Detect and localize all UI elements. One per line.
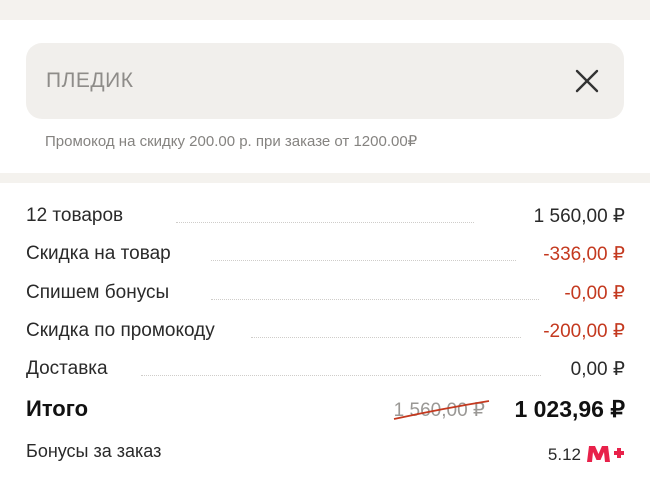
dotted-leader bbox=[141, 375, 541, 376]
promo-code-field[interactable]: ПЛЕДИК bbox=[26, 43, 624, 119]
item-discount-value: -336,00 ₽ bbox=[543, 244, 625, 265]
bonus-earned-label: Бонусы за заказ bbox=[26, 441, 162, 461]
delivery-label: Доставка bbox=[26, 358, 108, 379]
dotted-leader bbox=[251, 337, 521, 338]
summary-row-item-discount: Скидка на товар -336,00 ₽ bbox=[26, 243, 625, 269]
summary-row-bonus-spend: Спишем бонусы -0,00 ₽ bbox=[26, 282, 625, 308]
promo-hint: Промокод на скидку 200.00 р. при заказе … bbox=[45, 133, 418, 150]
dotted-leader bbox=[211, 299, 539, 300]
total-label: Итого bbox=[26, 396, 89, 421]
promo-discount-label: Скидка по промокоду bbox=[26, 320, 215, 341]
dotted-leader bbox=[211, 260, 516, 261]
summary-row-items: 12 товаров 1 560,00 ₽ bbox=[26, 205, 625, 231]
strikethrough-mark bbox=[393, 400, 489, 420]
bonus-earned-value: 5.12 bbox=[547, 445, 581, 464]
summary-row-delivery: Доставка 0,00 ₽ bbox=[26, 358, 625, 384]
promo-code-value[interactable]: ПЛЕДИК bbox=[46, 69, 133, 93]
summary-row-promo-discount: Скидка по промокоду -200,00 ₽ bbox=[26, 320, 625, 346]
close-icon[interactable] bbox=[574, 68, 600, 94]
summary-row-total: Итого 1 560,00 ₽ 1 023,96 ₽ bbox=[26, 396, 625, 430]
dotted-leader bbox=[176, 222, 474, 223]
items-total-value: 1 560,00 ₽ bbox=[533, 206, 625, 227]
item-discount-label: Скидка на товар bbox=[26, 243, 171, 264]
promo-discount-value: -200,00 ₽ bbox=[543, 321, 625, 342]
promo-section: ПЛЕДИК Промокод на скидку 200.00 р. при … bbox=[0, 20, 650, 173]
order-summary: 12 товаров 1 560,00 ₽ Скидка на товар -3… bbox=[0, 183, 650, 480]
summary-row-bonus-earned: Бонусы за заказ 5.12 bbox=[26, 441, 625, 469]
items-count-label: 12 товаров bbox=[26, 205, 124, 226]
old-price: 1 560,00 ₽ bbox=[393, 399, 489, 422]
bonus-spend-value: -0,00 ₽ bbox=[564, 283, 625, 304]
m-plus-logo-icon bbox=[587, 446, 624, 462]
delivery-value: 0,00 ₽ bbox=[570, 359, 625, 380]
bonus-spend-label: Спишем бонусы bbox=[26, 282, 170, 303]
total-value: 1 023,96 ₽ bbox=[514, 396, 625, 422]
